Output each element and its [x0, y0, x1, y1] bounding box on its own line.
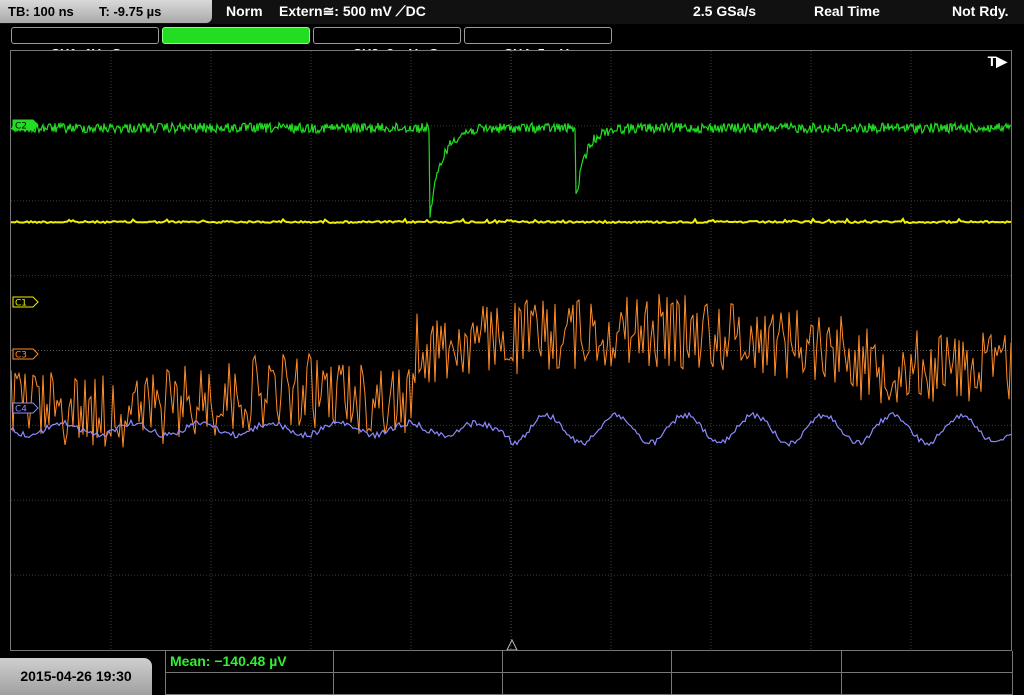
ch3-trace	[11, 294, 1011, 448]
status-bar: TB: 100 ns T: -9.75 µs Norm Extern≅: 500…	[0, 0, 1024, 24]
grid	[11, 51, 1011, 650]
ch4-marker-label: C4	[15, 405, 27, 415]
acquisition-mode: Real Time	[814, 3, 880, 19]
ch1-marker-label: C1	[15, 299, 27, 309]
trigger-marker[interactable]: T▶	[988, 53, 1007, 70]
oscilloscope-display: TB: 100 ns T: -9.75 µs Norm Extern≅: 500…	[0, 0, 1024, 695]
measurement-table: Mean: −140.48 µV	[165, 651, 1013, 695]
measurement-cell[interactable]	[334, 673, 503, 695]
tab-ch4[interactable]: CH4: 5 mV≅	[464, 27, 612, 61]
ch2-marker-label: C2	[15, 122, 27, 132]
channel-markers: C1 C2 C3 C4	[12, 119, 518, 650]
measurement-cell[interactable]	[503, 651, 672, 673]
ch1-marker[interactable]: C1	[12, 296, 39, 309]
trigger-time-value: T: -9.75 µs	[99, 4, 162, 19]
waveform-screen[interactable]: C1 C2 C3 C4 T▶	[10, 50, 1012, 651]
measurement-cell[interactable]	[334, 651, 503, 673]
trigger-mode[interactable]: Norm	[226, 3, 263, 19]
measurement-mean: Mean: −140.48 µV	[170, 653, 287, 669]
channel-tabs: CH1: 1V≅Ω CH2: 5 mV≅Ω CH3: 2 mV≅Ω CH4: 5…	[0, 24, 1024, 61]
ch4-marker[interactable]: C4	[12, 402, 39, 415]
measurement-cell[interactable]	[166, 673, 334, 695]
sample-rate: 2.5 GSa/s	[693, 3, 757, 19]
measurement-cell[interactable]	[503, 673, 672, 695]
waveform-plot: C1 C2 C3 C4	[11, 51, 1011, 650]
ch2-marker[interactable]: C2	[12, 119, 39, 132]
datetime-box: 2015-04-26 19:30	[0, 658, 152, 695]
trigger-source[interactable]: Extern≅: 500 mV ⟋DC	[279, 3, 426, 20]
bottom-bar: 2015-04-26 19:30 Mean: −140.48 µV	[0, 651, 1024, 695]
tab-ch2[interactable]: CH2: 5 mV≅Ω	[162, 27, 310, 61]
measurement-cell[interactable]	[842, 673, 1013, 695]
measurement-cell[interactable]	[672, 673, 842, 695]
ready-state: Not Rdy.	[952, 3, 1009, 19]
ch3-marker-label: C3	[15, 351, 27, 361]
ch3-marker[interactable]: C3	[12, 348, 39, 361]
timebase-value: TB: 100 ns	[8, 4, 74, 19]
timebase-box[interactable]: TB: 100 ns T: -9.75 µs	[0, 0, 212, 23]
datetime: 2015-04-26 19:30	[20, 668, 132, 684]
measurement-cell[interactable]: Mean: −140.48 µV	[166, 651, 334, 673]
trigger-position-icon	[506, 638, 518, 650]
tab-ch1[interactable]: CH1: 1V≅Ω	[11, 27, 159, 61]
ch2-trace	[11, 120, 1011, 218]
tab-ch3[interactable]: CH3: 2 mV≅Ω	[313, 27, 461, 61]
measurement-cell[interactable]	[672, 651, 842, 673]
measurement-cell[interactable]	[842, 651, 1013, 673]
